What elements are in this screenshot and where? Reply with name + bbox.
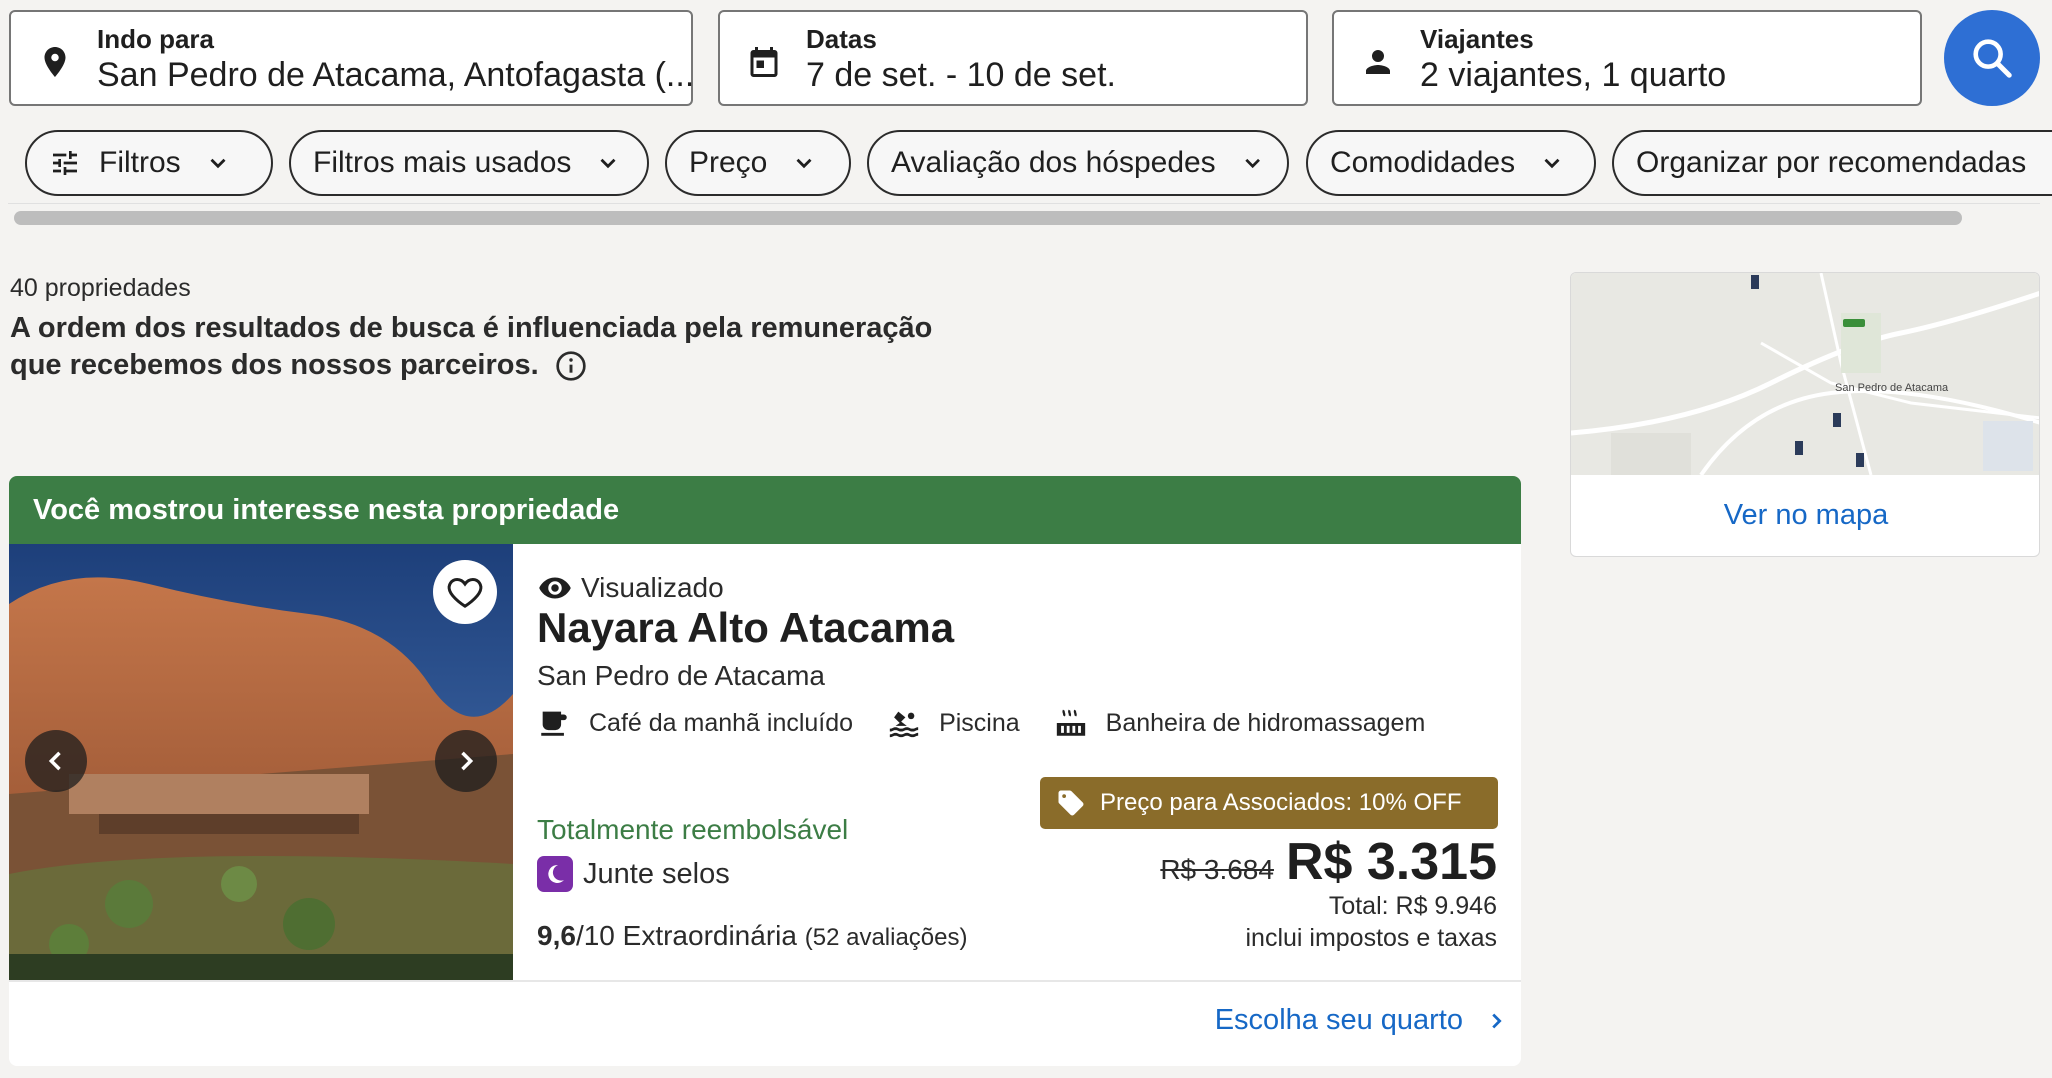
horizontal-scrollbar[interactable]	[14, 211, 1962, 225]
sort-chip[interactable]: Organizar por recomendadas	[1612, 130, 2052, 196]
coffee-cup-icon	[541, 711, 567, 736]
eye-icon	[539, 577, 571, 599]
results-count: 40 propriedades	[10, 274, 191, 302]
dates-field[interactable]: Datas 7 de set. - 10 de set.	[718, 10, 1308, 106]
previous-photo-button[interactable]	[25, 730, 87, 792]
property-name[interactable]: Nayara Alto Atacama	[537, 604, 954, 652]
property-card[interactable]: Você mostrou interesse nesta propriedade	[9, 476, 1521, 1066]
map-place-label: San Pedro de Atacama	[1835, 382, 1949, 394]
property-photo[interactable]	[9, 544, 513, 980]
filter-chip-filtros[interactable]: Filtros	[25, 130, 273, 196]
chevron-down-icon	[796, 158, 812, 169]
rating-score: 9,6	[537, 920, 576, 951]
filter-label: Preço	[689, 146, 768, 179]
disclaimer-text: A ordem dos resultados de busca é influe…	[10, 312, 933, 381]
chevron-down-icon	[1245, 158, 1260, 169]
chevron-left-icon	[48, 751, 61, 771]
travelers-label: Viajantes	[1420, 24, 1534, 54]
filter-chip-preco[interactable]: Preço	[665, 130, 851, 196]
amenity-label: Café da manhã incluído	[589, 708, 854, 737]
original-price: R$ 3.684	[1160, 854, 1274, 885]
next-photo-button[interactable]	[435, 730, 497, 792]
amenity-hot-tub: Banheira de hidromassagem	[1054, 706, 1426, 740]
search-icon	[1973, 39, 2012, 78]
rating-text: /10 Extraordinária	[575, 920, 797, 951]
amenity-breakfast: Café da manhã incluído	[537, 706, 853, 740]
chevron-down-icon	[1544, 158, 1560, 169]
filter-chip-comodidades[interactable]: Comodidades	[1306, 130, 1596, 196]
total-price: Total: R$ 9.946	[1328, 892, 1497, 920]
moon-icon	[537, 856, 573, 892]
pool-icon	[889, 711, 919, 738]
sliders-icon	[53, 151, 77, 175]
price-row: R$ 3.684 R$ 3.315	[1160, 832, 1497, 892]
filter-chip-avaliacao[interactable]: Avaliação dos hóspedes	[867, 130, 1289, 196]
filter-label: Filtros	[99, 146, 181, 179]
guest-rating: 9,6/10 Extraordinária (52 avaliações)	[537, 920, 967, 952]
filter-label: Filtros mais usados	[313, 146, 572, 179]
map-preview-card[interactable]: San Pedro de Atacama Ver no mapa	[1570, 272, 2040, 557]
amenity-pool: Piscina	[887, 706, 1020, 740]
view-on-map-link[interactable]: Ver no mapa	[1571, 499, 2039, 532]
chevron-right-icon	[461, 751, 474, 771]
destination-label: Indo para	[97, 24, 215, 54]
member-price-badge: Preço para Associados: 10% OFF	[1040, 777, 1498, 829]
tag-icon	[1058, 790, 1084, 816]
travelers-field[interactable]: Viajantes 2 viajantes, 1 quarto	[1332, 10, 1922, 106]
hot-tub-icon	[1056, 709, 1085, 736]
info-icon[interactable]	[555, 350, 587, 382]
chevron-right-icon	[1492, 1013, 1502, 1028]
dates-value: 7 de set. - 10 de set.	[806, 56, 1116, 94]
sort-label: Organizar por recomendadas	[1636, 146, 2027, 179]
current-price: R$ 3.315	[1285, 833, 1497, 891]
map-thumbnail: San Pedro de Atacama	[1571, 273, 2039, 475]
taxes-note: inclui impostos e taxas	[1245, 924, 1497, 952]
amenities-list: Café da manhã incluído Piscina Banheira …	[537, 706, 1459, 740]
card-divider	[9, 980, 1521, 982]
search-button[interactable]	[1944, 10, 2040, 106]
member-badge-label: Preço para Associados: 10% OFF	[1100, 789, 1462, 816]
chevron-down-icon	[210, 158, 226, 169]
location-pin-icon	[44, 47, 66, 77]
chevron-down-icon	[600, 158, 616, 169]
travelers-value: 2 viajantes, 1 quarto	[1420, 56, 1727, 94]
dates-label: Datas	[806, 24, 877, 54]
destination-field[interactable]: Indo para San Pedro de Atacama, Antofaga…	[9, 10, 695, 106]
heart-icon	[447, 577, 483, 608]
destination-value: San Pedro de Atacama, Antofagasta (...	[97, 56, 695, 94]
viewed-indicator: Visualizado	[537, 570, 724, 606]
review-count: (52 avaliações)	[804, 924, 968, 951]
interest-banner: Você mostrou interesse nesta propriedade	[9, 476, 1521, 544]
person-icon	[1366, 50, 1390, 74]
amenity-label: Banheira de hidromassagem	[1105, 708, 1426, 737]
filter-label: Avaliação dos hóspedes	[891, 146, 1216, 179]
stamps-label: Junte selos	[583, 857, 730, 890]
refundable-label: Totalmente reembolsável	[537, 814, 849, 845]
viewed-label: Visualizado	[581, 572, 724, 603]
filter-label: Comodidades	[1330, 146, 1516, 179]
ranking-disclaimer: A ordem dos resultados de busca é influe…	[10, 310, 970, 384]
calendar-icon	[750, 47, 778, 77]
property-location: San Pedro de Atacama	[537, 660, 825, 691]
filter-chip-mais-usados[interactable]: Filtros mais usados	[289, 130, 649, 196]
collect-stamps: Junte selos	[537, 856, 730, 892]
favorite-button[interactable]	[433, 560, 497, 624]
choose-room-label: Escolha seu quarto	[1214, 1004, 1463, 1036]
amenity-label: Piscina	[939, 708, 1020, 737]
choose-room-link[interactable]: Escolha seu quarto	[1215, 1004, 1507, 1037]
